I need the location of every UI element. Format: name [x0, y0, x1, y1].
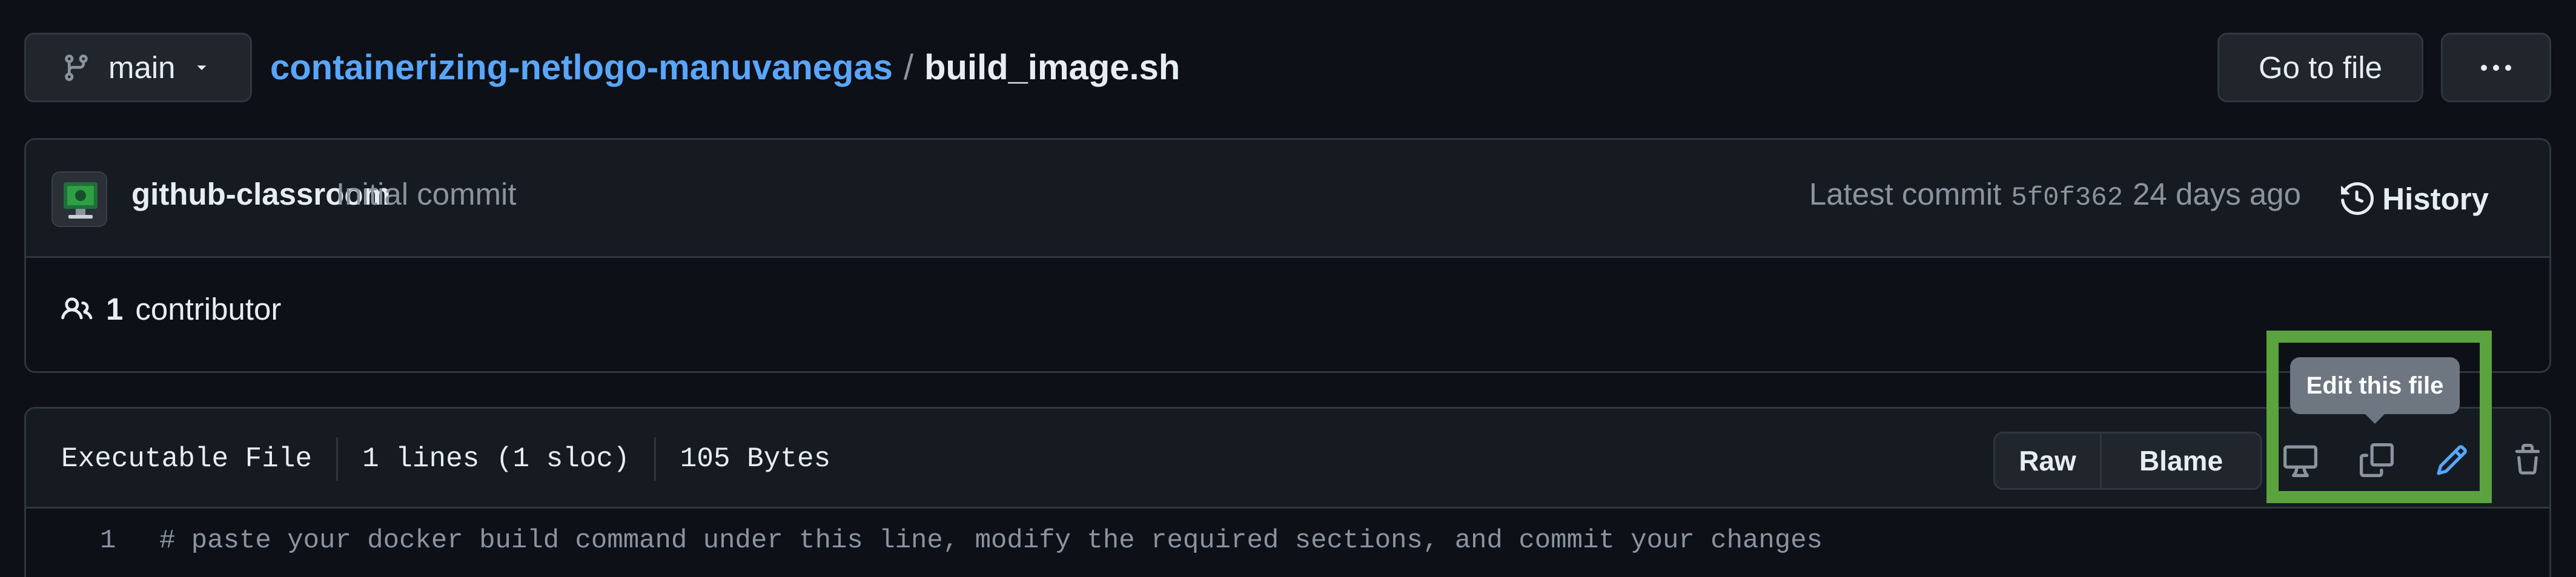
contributor-label: contributor: [135, 292, 282, 326]
breadcrumb: containerizing-netlogo-manuvanegas / bui…: [270, 33, 1180, 102]
divider: [654, 437, 656, 481]
avatar[interactable]: [51, 171, 107, 227]
raw-blame-group: Raw Blame: [1993, 432, 2262, 490]
latest-commit-label: Latest commit: [1809, 177, 2002, 211]
caret-down-icon: [193, 59, 211, 77]
more-options-button[interactable]: [2441, 33, 2551, 102]
kebab-horizontal-icon: [2479, 64, 2513, 72]
edit-file-tooltip: Edit this file: [2290, 357, 2460, 424]
blame-button[interactable]: Blame: [2102, 434, 2260, 488]
git-branch-icon: [61, 51, 91, 84]
desktop-open-button[interactable]: [2273, 433, 2328, 487]
divider: [336, 437, 339, 481]
commit-message-link[interactable]: Initial commit: [336, 176, 517, 212]
contributors-link[interactable]: 1 contributor: [60, 291, 281, 327]
branch-name: main: [108, 50, 176, 85]
latest-commit-box: github-classroom Initial commit Latest c…: [24, 138, 2551, 373]
breadcrumb-separator: /: [904, 48, 914, 87]
file-header: Executable File 1 lines (1 sloc) 105 Byt…: [26, 409, 2549, 509]
code-text: # paste your docker build command under …: [159, 526, 1823, 556]
edit-file-button[interactable]: [2425, 433, 2479, 487]
contributor-count: 1: [106, 292, 124, 326]
device-desktop-icon: [2282, 443, 2319, 477]
people-icon: [60, 294, 94, 325]
commit-sha-link[interactable]: 5f0f362: [2011, 183, 2123, 213]
history-label: History: [2382, 181, 2489, 216]
commit-meta: Latest commit 5f0f362 24 days ago: [1809, 176, 2301, 213]
file-type: Executable File: [61, 443, 313, 475]
breadcrumb-repo-link[interactable]: containerizing-netlogo-manuvanegas: [270, 47, 893, 88]
breadcrumb-file-name: build_image.sh: [924, 48, 1180, 87]
go-to-file-button[interactable]: Go to file: [2217, 33, 2423, 102]
file-size: 105 Bytes: [680, 443, 831, 475]
trash-icon: [2511, 443, 2544, 478]
file-line-count: 1 lines (1 sloc): [362, 443, 630, 475]
commit-time: 24 days ago: [2133, 177, 2301, 211]
file-viewer: Executable File 1 lines (1 sloc) 105 Byt…: [24, 407, 2551, 577]
delete-file-button[interactable]: [2500, 433, 2549, 487]
branch-selector-button[interactable]: main: [24, 33, 252, 102]
history-icon: [2341, 182, 2374, 215]
commit-header: github-classroom Initial commit Latest c…: [26, 140, 2549, 258]
file-info: Executable File 1 lines (1 sloc) 105 Byt…: [61, 409, 830, 509]
code-line: 1 # paste your docker build command unde…: [26, 510, 2549, 571]
history-link[interactable]: History: [2341, 171, 2489, 226]
raw-button[interactable]: Raw: [1995, 434, 2102, 488]
line-number[interactable]: 1: [26, 526, 141, 556]
pencil-icon: [2435, 443, 2469, 477]
copy-raw-button[interactable]: [2349, 433, 2404, 487]
copy-icon: [2360, 443, 2394, 477]
